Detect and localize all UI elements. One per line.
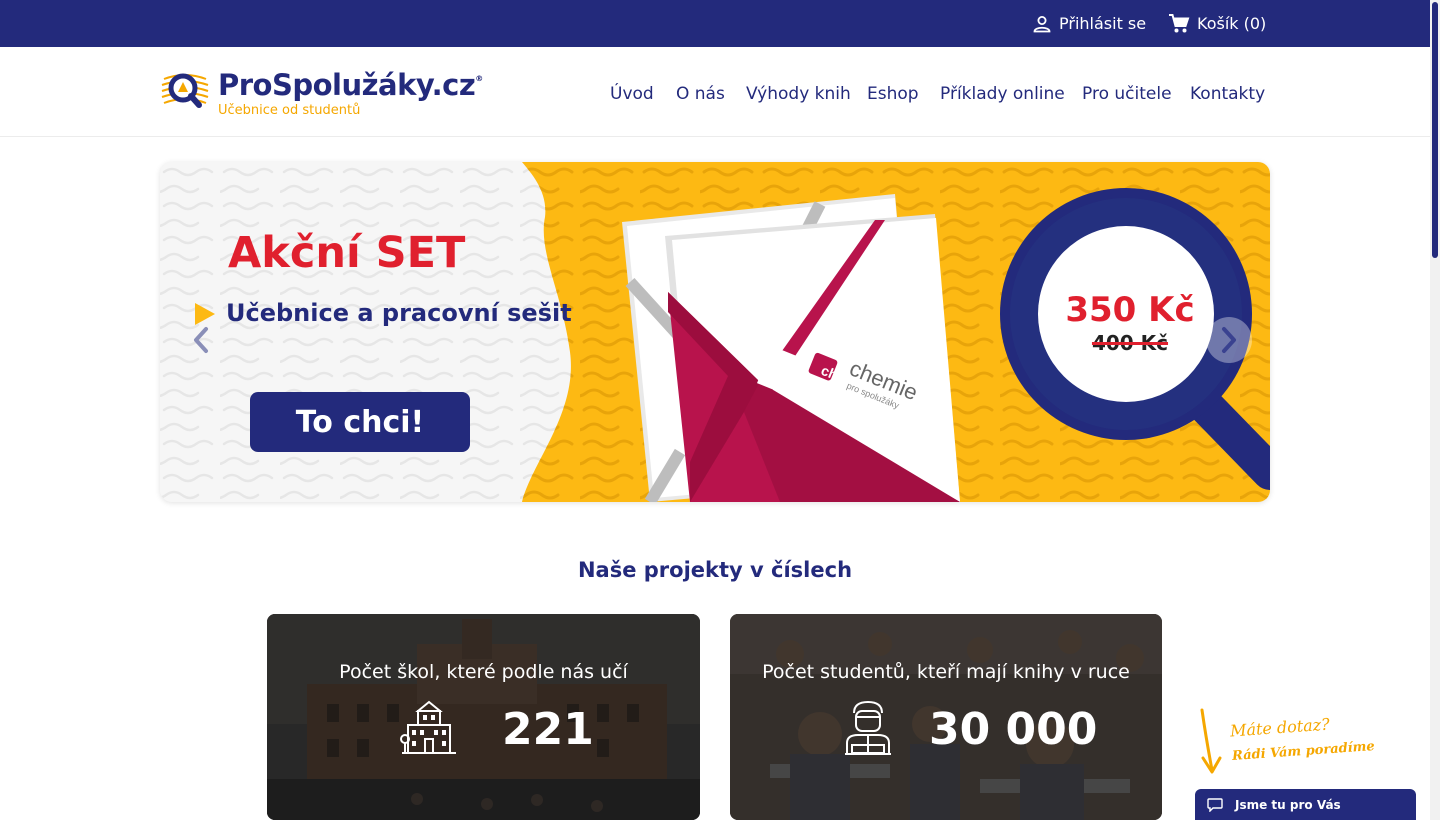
login-label: Přihlásit se <box>1059 14 1147 33</box>
logo-tagline: Učebnice od studentů <box>218 103 361 118</box>
stat-card-schools: Počet škol, které podle nás učí 221 <box>267 614 700 820</box>
chat-bubble-icon <box>1207 797 1223 812</box>
hero-subtitle: Učebnice a pracovní sešit <box>226 299 572 327</box>
cart-label: Košík (0) <box>1197 14 1267 33</box>
top-bar: Přihlásit se Košík (0) <box>0 0 1430 47</box>
login-link[interactable]: Přihlásit se <box>1032 0 1146 47</box>
chevron-left-icon <box>194 327 208 353</box>
stat-label-schools: Počet škol, které podle nás učí <box>339 661 628 683</box>
scrollbar-thumb[interactable] <box>1432 2 1438 258</box>
book-front: ch chemie pro spolužáky <box>665 214 960 502</box>
nav-eshop[interactable]: Eshop <box>867 84 919 104</box>
stat-label-students: Počet studentů, kteří mají knihy v ruce <box>762 661 1130 683</box>
slider-next-button[interactable] <box>1206 317 1252 363</box>
stat-value-students: 30 000 <box>929 704 1098 755</box>
chat-hint-help: Rádi Vám poradíme <box>1231 739 1376 764</box>
nav-kontakty[interactable]: Kontakty <box>1190 84 1265 104</box>
cart-link[interactable]: Košík (0) <box>1168 0 1266 47</box>
chevron-right-icon <box>1222 327 1236 353</box>
to-chci-button[interactable]: To chci! <box>250 392 470 452</box>
chat-hint-question: Máte dotaz? <box>1229 714 1331 741</box>
chat-hint-arrow-icon <box>1200 708 1222 774</box>
site-logo[interactable]: ProSpolužáky.cz® Učebnice od studentů <box>160 65 483 121</box>
chat-bar-label: Jsme tu pro Vás <box>1235 797 1341 812</box>
user-icon <box>1033 15 1051 32</box>
stat-card-students: Počet studentů, kteří mají knihy v ruce … <box>730 614 1162 820</box>
nav-vyhody-knih[interactable]: Výhody knih <box>746 84 851 104</box>
cart-icon <box>1169 13 1190 32</box>
hero-slider: ch chemie pro spolužáky Akční SET Učebni… <box>160 162 1270 502</box>
nav-priklady-online[interactable]: Příklady online <box>940 84 1065 104</box>
nav-o-nas[interactable]: O nás <box>676 84 725 104</box>
magnifier-logo-icon <box>161 73 209 108</box>
stats-title: Naše projekty v číslech <box>577 558 853 582</box>
nav-uvod[interactable]: Úvod <box>610 84 654 104</box>
slider-prev-button[interactable] <box>178 317 224 363</box>
stat-value-schools: 221 <box>502 704 594 755</box>
site-header: ProSpolužáky.cz® Učebnice od studentů Úv… <box>0 47 1430 137</box>
chat-open-button[interactable]: Jsme tu pro Vás <box>1195 789 1416 820</box>
school-building-icon <box>400 700 456 754</box>
nav-pro-ucitele[interactable]: Pro učitele <box>1082 84 1172 104</box>
price-old: 400 Kč <box>1091 331 1169 355</box>
price-new: 350 Kč <box>1065 290 1195 330</box>
hero-title: Akční SET <box>228 228 466 278</box>
student-icon <box>845 700 891 755</box>
logo-name: ProSpolužáky.cz® <box>218 68 483 102</box>
